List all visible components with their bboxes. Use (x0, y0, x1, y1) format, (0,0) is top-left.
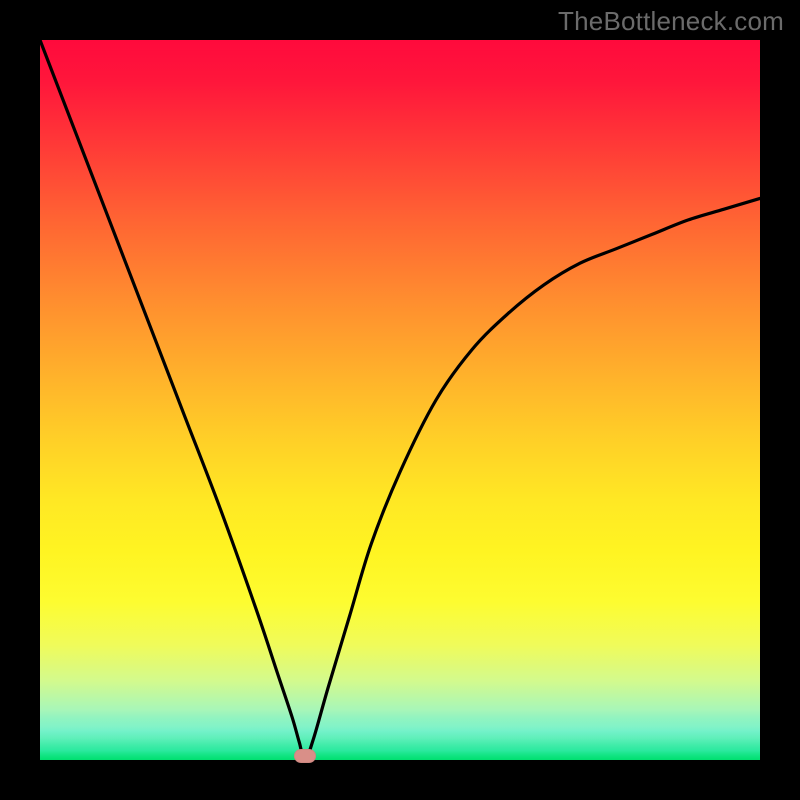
chart-curve-svg (40, 40, 760, 760)
watermark-text: TheBottleneck.com (558, 6, 784, 37)
bottleneck-curve-path (40, 40, 760, 760)
chart-plot-area (40, 40, 760, 760)
minimum-marker (294, 749, 316, 763)
